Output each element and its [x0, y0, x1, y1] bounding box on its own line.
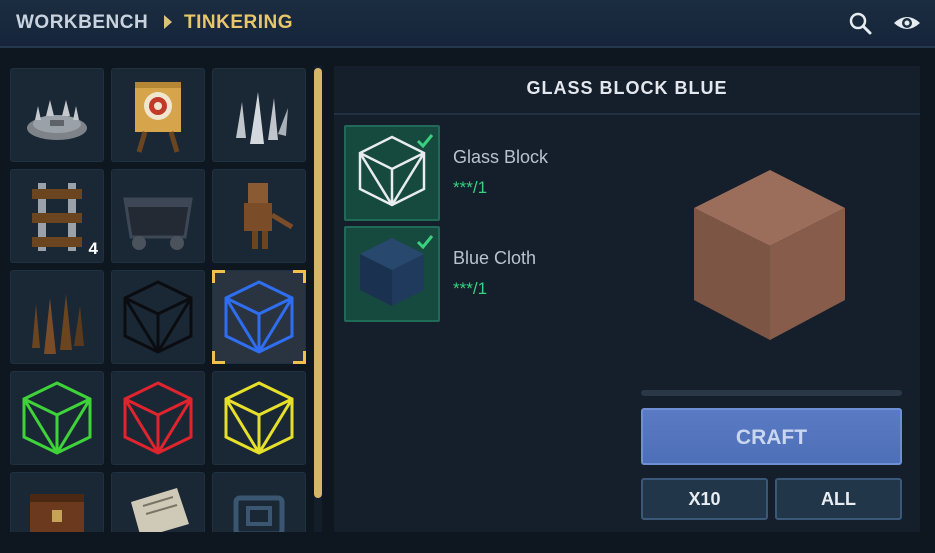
glass-block-black-icon [123, 280, 193, 354]
breadcrumb-workbench[interactable]: WORKBENCH [16, 12, 148, 34]
header-bar: WORKBENCH TINKERING [0, 0, 935, 48]
cube-preview-icon [694, 170, 845, 340]
check-icon [416, 235, 434, 250]
archery-target-icon [135, 82, 181, 153]
inventory-slot-minecart[interactable] [111, 169, 205, 263]
craft-all-button[interactable]: ALL [775, 478, 902, 520]
scroll-icon [131, 488, 189, 532]
inventory-slot-glass-block-green[interactable] [10, 371, 104, 465]
spike-trap-icon [27, 100, 87, 140]
minecart-icon [123, 197, 193, 250]
inventory-slot-wooden-chest[interactable] [10, 472, 104, 532]
glass-block-blue-icon [224, 280, 294, 354]
craft-x10-button[interactable]: X10 [641, 478, 768, 520]
glass-block-yellow-icon [224, 381, 294, 455]
inventory-slot-wooden-stakes[interactable] [10, 270, 104, 364]
item-count: 4 [88, 239, 98, 258]
glass-block-red-icon [123, 381, 193, 455]
training-dummy-icon [244, 183, 294, 249]
check-icon [416, 134, 434, 149]
crafting-window: WORKBENCH TINKERING 4 GLASS BLOCK BLUE G… [0, 0, 935, 553]
metal-spikes-icon [236, 92, 288, 144]
inventory-slot-rail-track[interactable]: 4 [10, 169, 104, 263]
inventory-slot-glass-block-black[interactable] [111, 270, 205, 364]
selection-corner [212, 270, 225, 283]
inventory-slot-archery-target[interactable] [111, 68, 205, 162]
wooden-stakes-icon [32, 294, 84, 354]
craft-progress-bar [641, 390, 902, 396]
inventory-slot-metal-plate[interactable] [212, 472, 306, 532]
selection-corner [293, 351, 306, 364]
ingredient-name: Glass Block [453, 147, 549, 167]
inventory-slot-glass-block-blue[interactable] [212, 270, 306, 364]
search-icon[interactable] [847, 10, 873, 36]
inventory-grid: 4 [8, 66, 308, 532]
inventory-slot-spike-trap[interactable] [10, 68, 104, 162]
ingredient-slot-blue-cloth[interactable] [344, 226, 440, 322]
inventory-slot-training-dummy[interactable] [212, 169, 306, 263]
selection-corner [293, 270, 306, 283]
glass-block-green-icon [22, 381, 92, 455]
inventory-slot-glass-block-yellow[interactable] [212, 371, 306, 465]
craft-button[interactable]: CRAFT [641, 408, 902, 465]
ingredient-quantity: ***/1 [453, 279, 488, 298]
inventory-slot-glass-block-red[interactable] [111, 371, 205, 465]
metal-plate-icon [233, 495, 285, 532]
breadcrumb-separator-icon [164, 15, 172, 29]
ingredient-slot-glass-block[interactable] [344, 125, 440, 221]
inventory-slot-metal-spikes[interactable] [212, 68, 306, 162]
blue-cloth-icon [360, 235, 434, 306]
glass-block-icon [358, 134, 434, 207]
ingredient-name: Blue Cloth [453, 248, 537, 268]
title-divider [334, 113, 920, 115]
ingredient-quantity: ***/1 [453, 178, 488, 197]
inventory-slot-scroll[interactable] [111, 472, 205, 532]
inventory-scrollbar-thumb[interactable] [314, 68, 322, 498]
selection-corner [212, 351, 225, 364]
recipe-title: GLASS BLOCK BLUE [526, 78, 728, 98]
wooden-chest-icon [30, 494, 84, 532]
breadcrumb-tinkering: TINKERING [184, 12, 293, 33]
eye-icon[interactable] [893, 10, 921, 36]
